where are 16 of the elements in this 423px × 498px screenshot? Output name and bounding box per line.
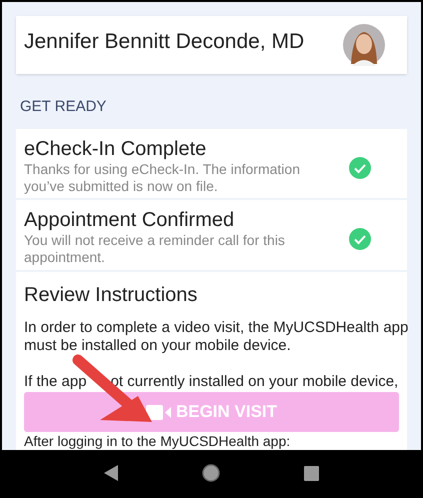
instructions-text: If the app (24, 373, 87, 391)
instructions-text: In order to complete a video visit, the MyUCSDHealth app must be installed on your mobile device. (24, 319, 410, 355)
video-camera-icon (146, 404, 172, 420)
begin-visit-button[interactable]: BEGIN VISIT (24, 392, 399, 432)
back-icon[interactable] (104, 465, 118, 481)
home-icon[interactable] (202, 464, 220, 482)
step-title: eCheck-In Complete (24, 136, 208, 161)
avatar (343, 24, 385, 66)
instructions-text: After logging in to the MyUCSDHealth app: (24, 433, 292, 450)
section-heading: GET READY (19, 97, 108, 118)
doctor-name: Jennifer Bennitt Deconde, MD (24, 29, 304, 55)
step-title: Appointment Confirmed (24, 208, 236, 232)
step-description: You will not receive a reminder call for this appointment. (24, 232, 286, 266)
instructions-title: Review Instructions (24, 284, 198, 307)
step-description: Thanks for using eCheck-In. The information you’ve submitted is now on file. (24, 160, 301, 195)
recents-icon[interactable] (304, 466, 319, 480)
